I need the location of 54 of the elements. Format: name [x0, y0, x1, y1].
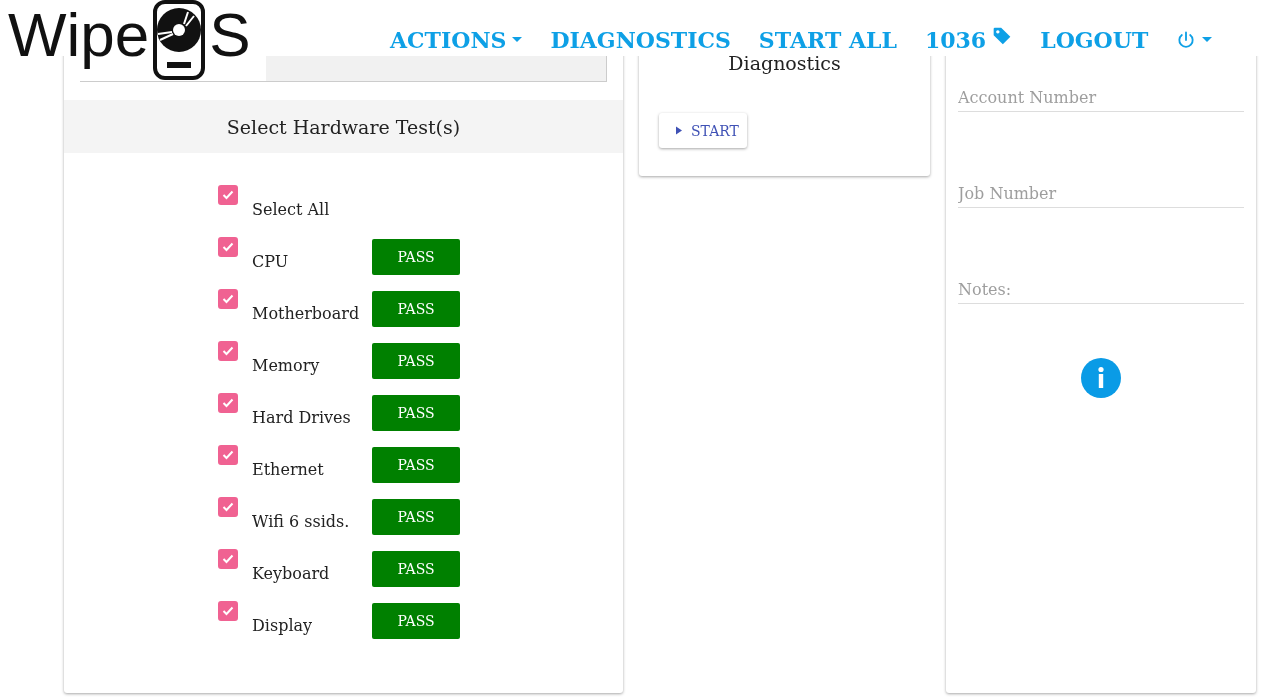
caret-icon — [1202, 37, 1213, 43]
check-icon — [222, 606, 234, 616]
checkbox[interactable] — [218, 341, 238, 361]
result-badge: PASS — [372, 395, 460, 431]
result-badge: PASS — [372, 239, 460, 275]
nav-link[interactable]: START ALL — [758, 27, 897, 53]
checkbox-label: Keyboard — [252, 562, 331, 583]
power-menu[interactable] — [1176, 30, 1213, 50]
section-title: Select Hardware Test(s) — [64, 100, 623, 153]
logo-text: S — [209, 0, 251, 70]
result-badge: PASS — [372, 343, 460, 379]
power-icon — [1176, 30, 1197, 50]
play-icon — [675, 126, 683, 135]
checkbox[interactable] — [218, 497, 238, 517]
check-icon — [222, 294, 234, 304]
nav-link[interactable]: LOGOUT — [1040, 27, 1149, 53]
checkbox[interactable] — [218, 289, 238, 309]
check-icon — [222, 242, 234, 252]
info-icon[interactable] — [1081, 358, 1121, 398]
input-field[interactable]: Notes: — [958, 280, 1244, 304]
card-title: Diagnostics — [727, 52, 842, 74]
check-icon — [222, 450, 234, 460]
check-icon — [222, 398, 234, 408]
checkbox-label: Select All — [252, 198, 331, 219]
tag-icon — [992, 26, 1013, 46]
result-badge: PASS — [372, 603, 460, 639]
check-icon — [222, 502, 234, 512]
logo-text: Wipe — [8, 0, 150, 70]
checkbox[interactable] — [218, 185, 238, 205]
nav-link[interactable]: ACTIONS — [390, 27, 523, 53]
checkbox-label: Hard Drives — [252, 406, 352, 427]
checkbox-label: Ethernet — [252, 458, 325, 479]
check-icon — [222, 554, 234, 564]
checkbox-label: Display — [252, 614, 314, 635]
check-icon — [222, 190, 234, 200]
checkbox[interactable] — [218, 445, 238, 465]
checkbox-label: CPU — [252, 250, 290, 271]
checkbox[interactable] — [218, 393, 238, 413]
start-button[interactable]: START — [659, 113, 747, 148]
caret-icon — [512, 37, 523, 43]
checkbox[interactable] — [218, 237, 238, 257]
check-icon — [222, 346, 234, 356]
nav-link[interactable]: 1036 — [924, 27, 1013, 53]
input-field[interactable]: Account Number — [958, 88, 1244, 112]
checkbox-label: Wifi 6 ssids. — [252, 510, 351, 531]
result-badge: PASS — [372, 499, 460, 535]
result-badge: PASS — [372, 551, 460, 587]
checkbox[interactable] — [218, 601, 238, 621]
nav-link[interactable]: DIAGNOSTICS — [550, 27, 731, 53]
checkbox-label: Motherboard — [252, 302, 361, 323]
checkbox[interactable] — [218, 549, 238, 569]
result-badge: PASS — [372, 291, 460, 327]
checkbox-label: Memory — [252, 354, 321, 375]
result-badge: PASS — [372, 447, 460, 483]
